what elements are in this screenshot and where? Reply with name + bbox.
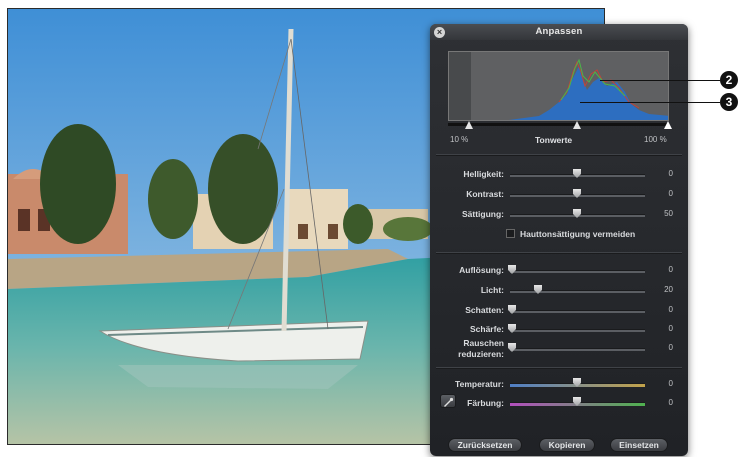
callout-line (600, 80, 720, 81)
slider-track[interactable] (510, 348, 645, 351)
slider-value: 0 (668, 379, 673, 388)
histogram (448, 51, 669, 121)
slider-label: Temperatur: (455, 379, 504, 389)
levels-range-track[interactable] (448, 123, 669, 126)
panel-title: Anpassen (535, 26, 583, 37)
callout-line (580, 102, 720, 103)
slider-label: Färbung: (467, 398, 504, 408)
divider (436, 252, 682, 254)
paste-button[interactable]: Einsetzen (610, 438, 668, 452)
copy-button[interactable]: Kopieren (539, 438, 595, 452)
slider-label: Schärfe: (469, 324, 504, 334)
divider (436, 154, 682, 156)
slider-track[interactable] (510, 329, 645, 332)
divider (436, 367, 682, 369)
slider-value: 50 (664, 209, 673, 218)
slider-value: 0 (668, 305, 673, 314)
slider-label: Helligkeit: (463, 169, 504, 179)
slider-value: 20 (664, 285, 673, 294)
levels-black-thumb[interactable] (465, 121, 473, 129)
slider-value: 0 (668, 343, 673, 352)
slider-track[interactable] (510, 270, 645, 273)
slider-track[interactable] (510, 290, 645, 293)
reset-button[interactable]: Zurücksetzen (448, 438, 522, 452)
levels-left-percent: 10 % (450, 135, 469, 144)
slider-label: Auflösung: (459, 265, 504, 275)
slider-label: Schatten: (465, 305, 504, 315)
slider-label: Sättigung: (461, 209, 504, 219)
callout-marker: 3 (720, 93, 738, 111)
panel-titlebar[interactable]: × Anpassen (430, 24, 688, 40)
slider-label: Licht: (480, 285, 504, 295)
skin-tone-label: Hauttonsättigung vermeiden (520, 229, 636, 239)
levels-right-percent: 100 % (644, 135, 667, 144)
skin-tone-checkbox[interactable] (506, 229, 515, 238)
callout-marker: 2 (720, 71, 738, 89)
slider-value: 0 (668, 324, 673, 333)
slider-label: Kontrast: (466, 189, 504, 199)
slider-track[interactable] (510, 310, 645, 313)
levels-white-thumb[interactable] (664, 121, 672, 129)
slider-value: 0 (668, 265, 673, 274)
slider-label: Rauschen reduzieren: (458, 338, 504, 359)
levels-mid-thumb[interactable] (573, 121, 581, 129)
levels-label: Tonwerte (535, 135, 573, 145)
slider-value: 0 (668, 398, 673, 407)
adjust-panel: × Anpassen 10 % Tonwerte 100 % Helligkei… (430, 24, 688, 456)
slider-value: 0 (668, 169, 673, 178)
slider-value: 0 (668, 189, 673, 198)
